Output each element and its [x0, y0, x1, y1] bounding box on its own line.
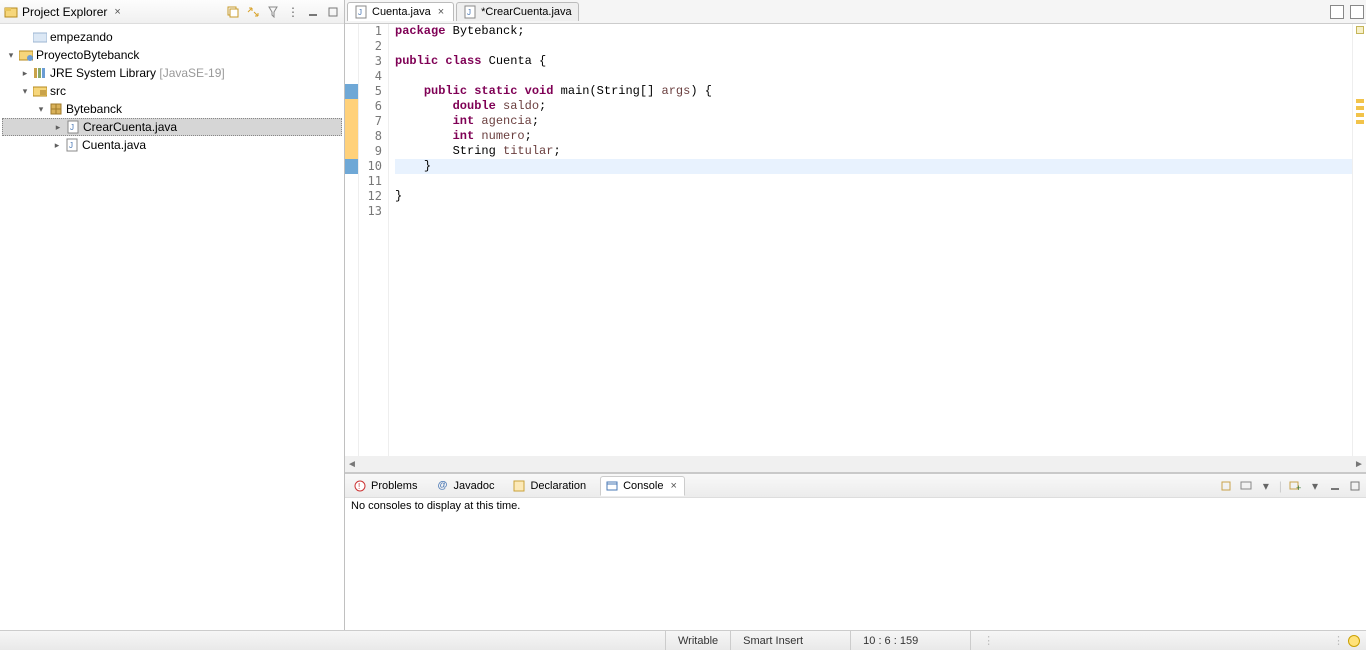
- svg-text:+: +: [1296, 483, 1301, 492]
- project-explorer-title: Project Explorer: [22, 5, 107, 19]
- warning-marker[interactable]: [345, 129, 358, 144]
- declaration-icon: [512, 479, 526, 493]
- tree-item-proyecto[interactable]: ▾ ProyectoBytebanck: [2, 46, 342, 64]
- code-body[interactable]: package Bytebanck; public class Cuenta {…: [389, 24, 1352, 456]
- bottom-tab-bar: ! Problems @ Javadoc Declaration Console…: [345, 474, 1366, 498]
- tree-item-crearcuenta[interactable]: ▸ J CrearCuenta.java: [2, 118, 342, 136]
- tree-item-empezando[interactable]: empezando: [2, 28, 342, 46]
- tree-item-src[interactable]: ▾ src: [2, 82, 342, 100]
- svg-text:J: J: [70, 123, 74, 132]
- line-gutter: 12345678910111213: [359, 24, 389, 456]
- status-bar: Writable Smart Insert 10 : 6 : 159 ⋮ ⋮: [0, 630, 1366, 650]
- dropdown-icon[interactable]: ▾: [1259, 479, 1273, 493]
- tree-item-cuenta[interactable]: ▸ J Cuenta.java: [2, 136, 342, 154]
- pin-console-icon[interactable]: [1219, 479, 1233, 493]
- tip-bulb-icon[interactable]: [1348, 635, 1360, 647]
- chevron-down-icon[interactable]: ▾: [36, 104, 46, 115]
- warning-marker[interactable]: [345, 114, 358, 129]
- svg-text:J: J: [69, 141, 73, 150]
- dropdown-icon[interactable]: ▾: [1308, 479, 1322, 493]
- scroll-right-icon[interactable]: ►: [1352, 459, 1366, 470]
- tab-javadoc[interactable]: @ Javadoc: [431, 477, 498, 495]
- chevron-right-icon[interactable]: ▸: [53, 122, 63, 133]
- tab-problems[interactable]: ! Problems: [349, 477, 421, 495]
- chevron-right-icon[interactable]: ▸: [20, 68, 30, 79]
- library-icon: [33, 66, 47, 80]
- status-insert-mode: Smart Insert: [730, 631, 850, 650]
- java-file-icon: J: [66, 120, 80, 134]
- horizontal-scrollbar[interactable]: ◄ ►: [345, 456, 1366, 472]
- tree-item-jre[interactable]: ▸ JRE System Library [JavaSE-19]: [2, 64, 342, 82]
- overview-ruler[interactable]: [1352, 24, 1366, 456]
- project-icon: [19, 48, 33, 62]
- maximize-icon[interactable]: [1350, 5, 1364, 19]
- project-explorer-header: Project Explorer × ⋮: [0, 0, 344, 24]
- console-body: No consoles to display at this time.: [345, 498, 1366, 630]
- fold-marker[interactable]: [345, 159, 358, 174]
- display-console-icon[interactable]: [1239, 479, 1253, 493]
- maximize-icon[interactable]: [326, 5, 340, 19]
- minimize-icon[interactable]: [1328, 479, 1342, 493]
- status-writable: Writable: [665, 631, 730, 650]
- tab-label: *CrearCuenta.java: [481, 6, 572, 18]
- close-icon[interactable]: ×: [111, 6, 123, 18]
- maximize-icon[interactable]: [1348, 479, 1362, 493]
- svg-text:J: J: [467, 8, 471, 17]
- java-file-icon: J: [65, 138, 79, 152]
- java-file-icon: J: [354, 5, 368, 19]
- tree-item-package[interactable]: ▾ Bytebanck: [2, 100, 342, 118]
- project-tree[interactable]: empezando ▾ ProyectoBytebanck ▸ JRE Syst…: [0, 24, 344, 158]
- more-icon[interactable]: ⋮: [1333, 634, 1348, 647]
- marker-strip: [345, 24, 359, 456]
- project-explorer-icon: [4, 5, 18, 19]
- svg-text:!: !: [358, 482, 360, 491]
- warning-marker[interactable]: [345, 144, 358, 159]
- close-icon[interactable]: ×: [667, 480, 679, 492]
- code-editor[interactable]: 12345678910111213 package Bytebanck; pub…: [345, 24, 1366, 456]
- collapse-all-icon[interactable]: [226, 5, 240, 19]
- chevron-down-icon[interactable]: ▾: [6, 50, 16, 61]
- source-folder-icon: [33, 84, 47, 98]
- javadoc-icon: @: [435, 479, 449, 493]
- tab-crearcuenta[interactable]: J *CrearCuenta.java: [456, 2, 579, 21]
- java-file-icon: J: [463, 5, 477, 19]
- filter-icon[interactable]: [266, 5, 280, 19]
- link-editor-icon[interactable]: [246, 5, 260, 19]
- package-icon: [49, 102, 63, 116]
- console-message: No consoles to display at this time.: [351, 500, 520, 512]
- problems-icon: !: [353, 479, 367, 493]
- close-icon[interactable]: ×: [435, 6, 447, 18]
- scroll-left-icon[interactable]: ◄: [345, 459, 359, 470]
- tab-label: Cuenta.java: [372, 6, 431, 18]
- bottom-panel: ! Problems @ Javadoc Declaration Console…: [345, 472, 1366, 630]
- chevron-right-icon[interactable]: ▸: [52, 140, 62, 151]
- fold-marker[interactable]: [345, 84, 358, 99]
- more-icon[interactable]: ⋮: [983, 634, 994, 647]
- svg-text:J: J: [358, 8, 362, 17]
- project-explorer-panel: Project Explorer × ⋮ empezando ▾ Pro: [0, 0, 345, 630]
- chevron-down-icon[interactable]: ▾: [20, 86, 30, 97]
- tab-cuenta[interactable]: J Cuenta.java ×: [347, 2, 454, 21]
- status-cursor-position: 10 : 6 : 159: [850, 631, 970, 650]
- folder-icon: [33, 30, 47, 44]
- tab-console[interactable]: Console ×: [600, 476, 685, 496]
- warning-marker[interactable]: [345, 99, 358, 114]
- console-icon: [605, 479, 619, 493]
- minimize-icon[interactable]: [1330, 5, 1344, 19]
- new-console-icon[interactable]: +: [1288, 479, 1302, 493]
- minimize-icon[interactable]: [306, 5, 320, 19]
- view-menu-icon[interactable]: ⋮: [286, 5, 300, 19]
- editor-tab-bar: J Cuenta.java × J *CrearCuenta.java: [345, 0, 1366, 24]
- tab-declaration[interactable]: Declaration: [508, 477, 590, 495]
